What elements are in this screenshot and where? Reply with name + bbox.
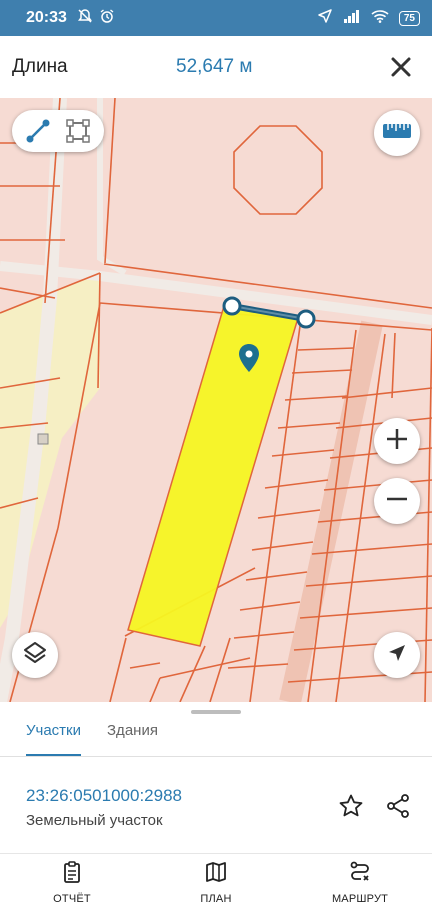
signal-icon	[343, 9, 361, 28]
location-arrow-icon	[317, 8, 333, 29]
measure-value: 52,647 м	[176, 56, 253, 77]
status-time: 20:33	[26, 9, 67, 26]
nav-plan[interactable]: ПЛАН	[144, 854, 288, 910]
ruler-icon	[382, 122, 412, 145]
panel-tabs: Участки Здания	[0, 716, 432, 757]
my-location-button[interactable]	[374, 632, 420, 678]
close-icon[interactable]	[388, 54, 414, 80]
nav-route-label: МАРШРУТ	[331, 892, 389, 905]
tab-parcels[interactable]: Участки	[26, 716, 81, 757]
nav-report[interactable]: ОТЧЁТ	[0, 854, 144, 910]
status-bar: 20:33 75	[0, 0, 432, 36]
plus-icon	[384, 426, 410, 457]
draw-mode-toggle[interactable]	[12, 110, 104, 152]
alarm-icon	[99, 8, 115, 29]
battery-icon: 75	[398, 10, 420, 26]
nav-route[interactable]: МАРШРУТ	[288, 854, 432, 910]
nav-plan-label: ПЛАН	[200, 892, 232, 905]
tab-buildings[interactable]: Здания	[107, 716, 158, 756]
tabs-divider	[0, 756, 432, 757]
parcel-cadastral-number[interactable]: 23:26:0501000:2988	[26, 786, 182, 806]
ruler-button[interactable]	[374, 110, 420, 156]
mute-bell-icon	[77, 8, 93, 29]
map-icon	[204, 860, 228, 889]
measure-end-handle	[296, 309, 316, 329]
measure-start-handle	[222, 296, 242, 316]
share-icon[interactable]	[384, 792, 412, 820]
map-view[interactable]	[0, 98, 432, 702]
wifi-icon	[371, 9, 389, 28]
polygon-tool-icon[interactable]	[64, 117, 92, 145]
drag-handle[interactable]	[191, 710, 241, 714]
route-icon	[348, 860, 372, 889]
line-tool-icon[interactable]	[24, 117, 52, 145]
layers-button[interactable]	[12, 632, 58, 678]
parcel-type: Земельный участок	[26, 812, 163, 829]
bottom-navigation: ОТЧЁТ ПЛАН МАРШРУТ	[0, 854, 432, 910]
layers-icon	[22, 640, 48, 671]
cadastral-map[interactable]	[0, 98, 432, 702]
navigation-arrow-icon	[386, 642, 408, 669]
clipboard-icon	[60, 860, 84, 889]
measure-header: Длина 52,647 м	[0, 36, 432, 98]
minus-icon	[384, 486, 410, 517]
zoom-in-button[interactable]	[374, 418, 420, 464]
favorite-star-icon[interactable]	[337, 792, 365, 820]
measure-label: Длина	[12, 56, 68, 77]
parcel-panel: Участки Здания 23:26:0501000:2988 Земель…	[0, 702, 432, 854]
zoom-out-button[interactable]	[374, 478, 420, 524]
nav-report-label: ОТЧЁТ	[53, 892, 91, 905]
